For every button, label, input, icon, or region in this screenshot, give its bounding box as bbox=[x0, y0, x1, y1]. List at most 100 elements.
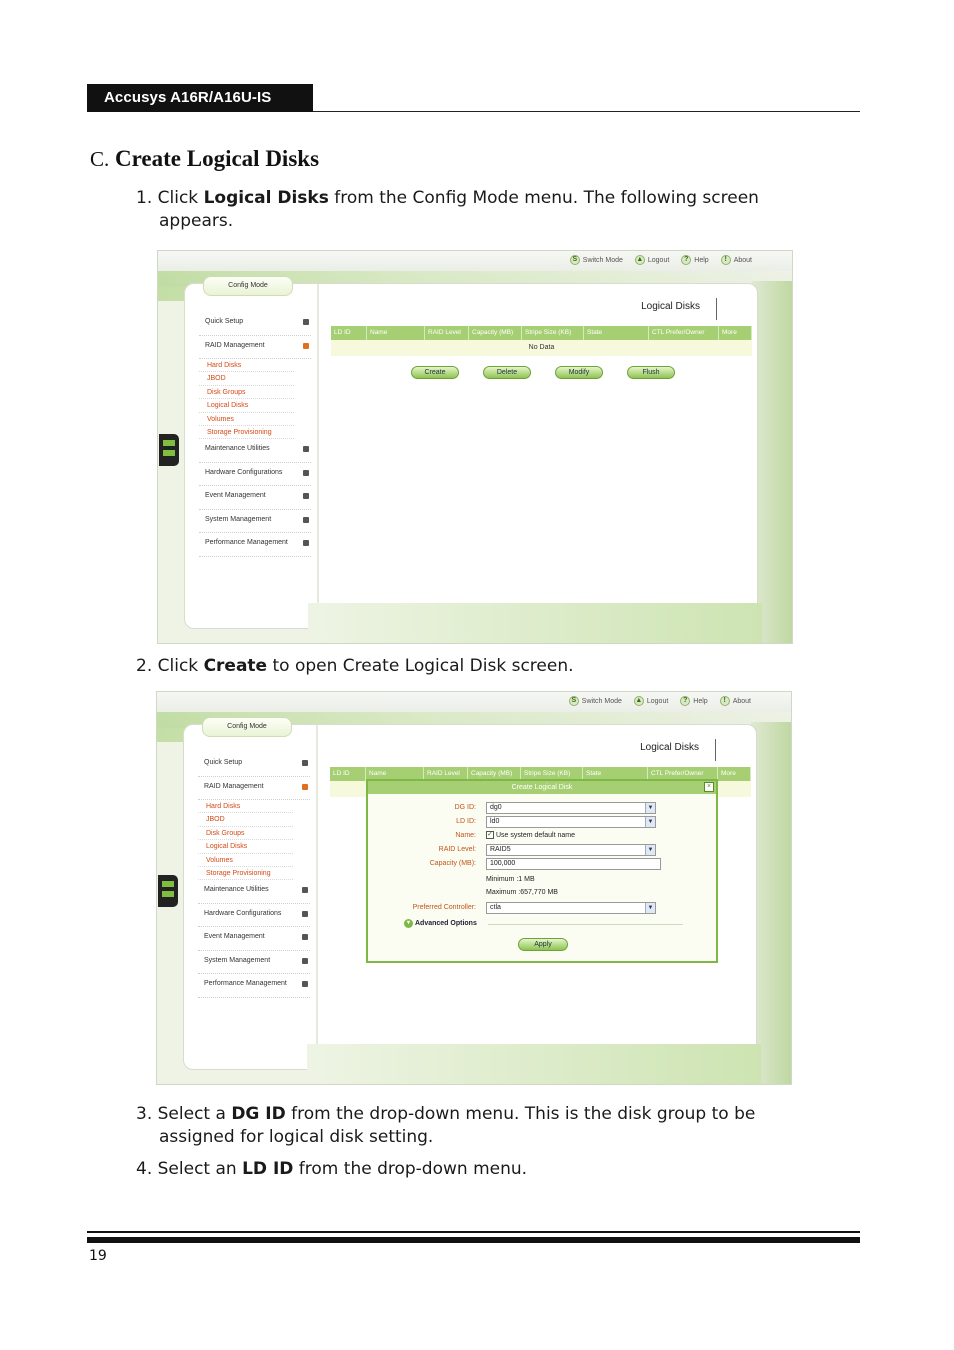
preferred-controller-select[interactable]: ctla ▼ bbox=[486, 902, 656, 914]
advanced-options-toggle[interactable]: ▾ Advanced Options bbox=[404, 919, 477, 928]
column-header[interactable]: State bbox=[584, 326, 649, 340]
expand-icon bbox=[302, 957, 308, 964]
help-icon: ? bbox=[680, 696, 691, 706]
capacity-input[interactable]: 100,000 bbox=[486, 858, 661, 870]
dg-id-label: DG ID: bbox=[454, 804, 476, 811]
document-header: Accusys A16R/A16U-IS bbox=[87, 84, 860, 112]
config-mode-tab[interactable]: Config Mode bbox=[203, 276, 293, 296]
menu-event-management[interactable]: Event Management bbox=[198, 927, 310, 951]
apply-button[interactable]: Apply bbox=[518, 938, 568, 951]
section-letter: C. bbox=[90, 147, 110, 171]
preferred-controller-row: Preferred Controller: ctla ▼ bbox=[368, 902, 716, 916]
about-icon: ! bbox=[719, 696, 730, 706]
menu-performance-management[interactable]: Performance Management bbox=[199, 533, 311, 557]
submenu-volumes[interactable]: Volumes bbox=[198, 854, 293, 867]
capacity-row: Capacity (MB): 100,000 bbox=[368, 858, 716, 872]
menu-quick-setup[interactable]: Quick Setup bbox=[198, 753, 310, 777]
about-link[interactable]: ! About bbox=[720, 255, 752, 265]
help-icon: ? bbox=[681, 255, 692, 265]
logout-link[interactable]: ▲ Logout bbox=[634, 255, 669, 265]
step-text: from the drop-down menu. bbox=[293, 1159, 528, 1179]
dg-id-select[interactable]: dg0 ▼ bbox=[486, 802, 656, 814]
submenu-volumes[interactable]: Volumes bbox=[199, 413, 294, 426]
submenu-hard-disks[interactable]: Hard Disks bbox=[199, 359, 294, 373]
menu-event-management[interactable]: Event Management bbox=[199, 486, 311, 510]
ld-id-select[interactable]: ld0 ▼ bbox=[486, 816, 656, 828]
menu-system-management[interactable]: System Management bbox=[198, 951, 310, 975]
menu-hardware-configurations[interactable]: Hardware Configurations bbox=[199, 463, 311, 487]
close-icon[interactable]: × bbox=[704, 782, 714, 792]
submenu-disk-groups[interactable]: Disk Groups bbox=[198, 827, 293, 841]
menu-raid-management[interactable]: RAID Management bbox=[199, 336, 311, 359]
expand-icon bbox=[303, 446, 309, 453]
expand-icon bbox=[303, 493, 309, 500]
menu-raid-management[interactable]: RAID Management bbox=[198, 777, 310, 800]
maximum-row: Maximum :657,770 MB bbox=[368, 887, 716, 901]
help-link[interactable]: ? Help bbox=[681, 255, 709, 265]
menu-performance-management[interactable]: Performance Management bbox=[198, 974, 310, 998]
capacity-label: Capacity (MB): bbox=[429, 860, 476, 867]
step-text: to open Create Logical Disk screen. bbox=[267, 656, 574, 676]
submenu-storage-provisioning[interactable]: Storage Provisioning bbox=[199, 426, 294, 440]
name-row: Name: ✓ Use system default name bbox=[368, 830, 716, 844]
submenu-logical-disks[interactable]: Logical Disks bbox=[198, 840, 293, 854]
submenu-hard-disks[interactable]: Hard Disks bbox=[198, 800, 293, 814]
column-header[interactable]: RAID Level bbox=[425, 326, 469, 340]
step-number: 4. bbox=[136, 1159, 153, 1179]
menu-hardware-configurations[interactable]: Hardware Configurations bbox=[198, 904, 310, 928]
step-text-continued: appears. bbox=[159, 211, 234, 231]
main-panel: Config Mode Quick Setup RAID Management … bbox=[158, 717, 757, 1070]
step-bold: DG ID bbox=[231, 1104, 286, 1124]
expand-icon bbox=[303, 342, 309, 349]
raid-level-row: RAID Level: RAID5 ▼ bbox=[368, 844, 716, 858]
menu-maintenance-utilities[interactable]: Maintenance Utilities bbox=[199, 439, 311, 463]
submenu-disk-groups[interactable]: Disk Groups bbox=[199, 386, 294, 400]
side-widget-icon[interactable] bbox=[159, 434, 179, 466]
logout-link[interactable]: ▲ Logout bbox=[633, 696, 668, 706]
step-text: from the drop-down menu. This is the dis… bbox=[285, 1104, 756, 1124]
step-number: 1. bbox=[136, 188, 153, 208]
submenu-jbod[interactable]: JBOD bbox=[198, 813, 293, 827]
step-2: 2. Click Create to open Create Logical D… bbox=[136, 655, 826, 678]
submenu-jbod[interactable]: JBOD bbox=[199, 372, 294, 386]
expand-icon bbox=[302, 760, 308, 766]
expand-icon bbox=[303, 516, 309, 523]
footer-rule-thick bbox=[87, 1237, 860, 1243]
logical-disk-table: LD ID Name RAID Level Capacity (MB) Stri… bbox=[331, 326, 752, 356]
table-header: LD ID Name RAID Level Capacity (MB) Stri… bbox=[331, 326, 752, 340]
step-bold: Logical Disks bbox=[203, 188, 329, 208]
about-icon: ! bbox=[720, 255, 731, 265]
about-link[interactable]: ! About bbox=[719, 696, 751, 706]
step-text: Select an bbox=[157, 1159, 243, 1179]
section-title: C. Create Logical Disks bbox=[90, 146, 319, 172]
menu-system-management[interactable]: System Management bbox=[199, 510, 311, 534]
checkbox-checked-icon: ✓ bbox=[486, 831, 494, 839]
config-menu: Quick Setup RAID Management Hard Disks J… bbox=[198, 753, 310, 998]
column-header[interactable]: Name bbox=[367, 326, 425, 340]
side-widget-icon[interactable] bbox=[158, 875, 178, 907]
menu-quick-setup[interactable]: Quick Setup bbox=[199, 312, 311, 336]
delete-button[interactable]: Delete bbox=[483, 366, 531, 379]
column-header[interactable]: LD ID bbox=[330, 767, 366, 781]
submenu-storage-provisioning[interactable]: Storage Provisioning bbox=[198, 867, 293, 881]
switch-mode-link[interactable]: S Switch Mode bbox=[569, 255, 623, 265]
switch-mode-link[interactable]: S Switch Mode bbox=[568, 696, 622, 706]
raid-level-select[interactable]: RAID5 ▼ bbox=[486, 844, 656, 856]
column-header[interactable]: More bbox=[718, 767, 751, 781]
content-title: Logical Disks bbox=[641, 298, 717, 320]
dg-id-row: DG ID: dg0 ▼ bbox=[368, 802, 716, 816]
create-button[interactable]: Create bbox=[411, 366, 459, 379]
flush-button[interactable]: Flush bbox=[627, 366, 675, 379]
default-name-checkbox[interactable]: ✓ Use system default name bbox=[486, 831, 575, 839]
submenu-logical-disks[interactable]: Logical Disks bbox=[199, 399, 294, 413]
column-header[interactable]: LD ID bbox=[331, 326, 367, 340]
column-header[interactable]: Capacity (MB) bbox=[469, 326, 522, 340]
help-link[interactable]: ? Help bbox=[680, 696, 708, 706]
column-header[interactable]: Stripe Size (KB) bbox=[522, 326, 584, 340]
config-mode-tab[interactable]: Config Mode bbox=[202, 717, 292, 737]
menu-maintenance-utilities[interactable]: Maintenance Utilities bbox=[198, 880, 310, 904]
column-header[interactable]: More bbox=[719, 326, 752, 340]
footer-rule bbox=[87, 1231, 860, 1233]
column-header[interactable]: CTL Prefer/Owner bbox=[649, 326, 719, 340]
modify-button[interactable]: Modify bbox=[555, 366, 603, 379]
